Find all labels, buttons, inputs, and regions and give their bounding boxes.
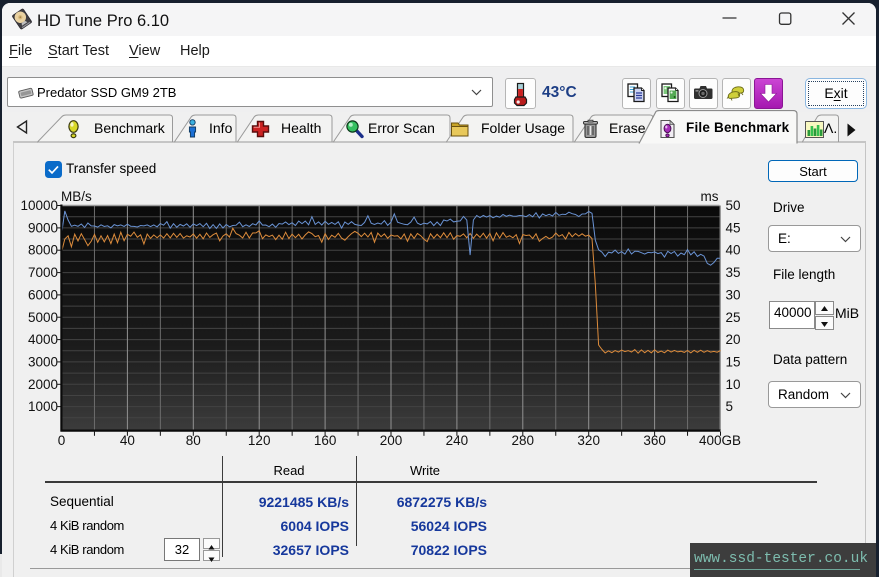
svg-text:50: 50 <box>726 198 741 213</box>
svg-text:2000: 2000 <box>28 377 58 392</box>
svg-text:15: 15 <box>726 354 741 369</box>
svg-text:1000: 1000 <box>28 399 58 414</box>
svg-text:0: 0 <box>58 433 66 448</box>
svg-text:10000: 10000 <box>20 198 58 213</box>
svg-text:9000: 9000 <box>28 220 58 235</box>
svg-text:10: 10 <box>726 377 741 392</box>
svg-text:40: 40 <box>726 243 741 258</box>
svg-text:6000: 6000 <box>28 287 58 302</box>
svg-text:4000: 4000 <box>28 332 58 347</box>
svg-text:45: 45 <box>726 220 741 235</box>
svg-text:7000: 7000 <box>28 265 58 280</box>
svg-text:20: 20 <box>726 332 741 347</box>
svg-text:8000: 8000 <box>28 243 58 258</box>
svg-text:3000: 3000 <box>28 354 58 369</box>
svg-text:ms: ms <box>701 189 719 204</box>
svg-text:35: 35 <box>726 265 741 280</box>
svg-text:5000: 5000 <box>28 310 58 325</box>
svg-text:MB/s: MB/s <box>61 189 92 204</box>
svg-text:25: 25 <box>726 310 741 325</box>
svg-text:30: 30 <box>726 287 741 302</box>
svg-text:5: 5 <box>726 399 734 414</box>
